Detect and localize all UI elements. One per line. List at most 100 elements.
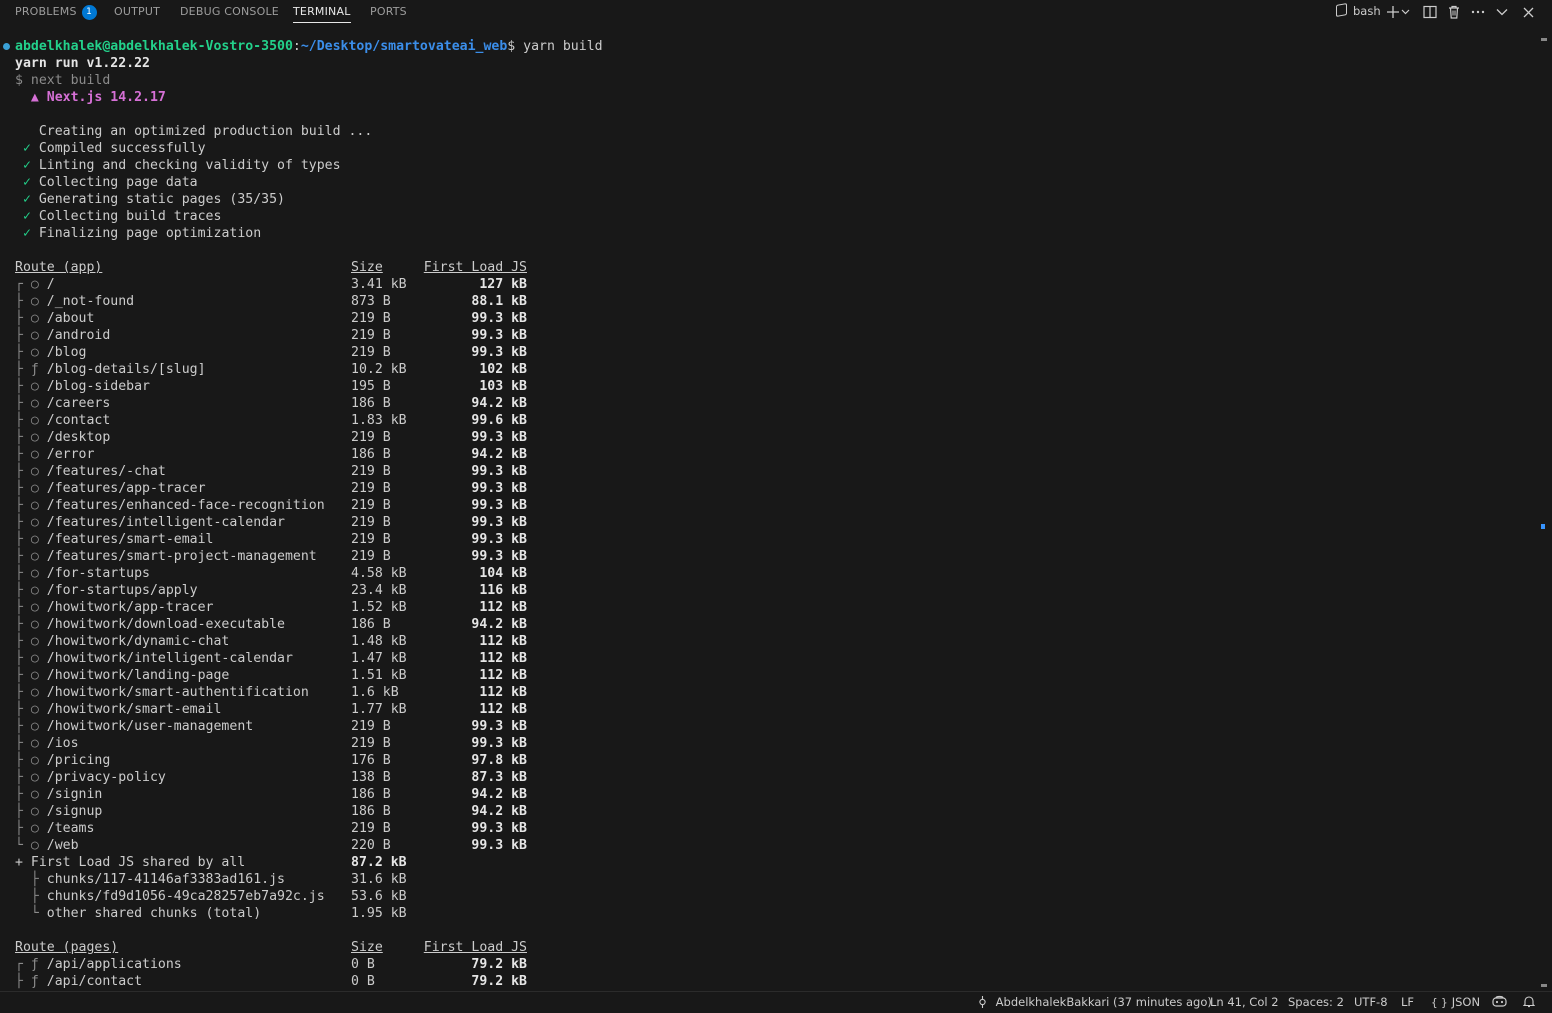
route-tree-prefix: ├ ○ bbox=[15, 345, 47, 360]
route-tree-prefix: ├ ○ bbox=[15, 634, 47, 649]
route-size: 176 B bbox=[351, 753, 391, 768]
route-tree-prefix: ┌ ƒ bbox=[15, 957, 47, 972]
git-blame-text: AbdelkhalekBakkari (37 minutes ago) bbox=[995, 995, 1212, 1009]
route-cell: ├ ○ /howitwork/landing-page bbox=[15, 667, 229, 684]
build-step-text: Collecting page data bbox=[38, 175, 198, 190]
copilot-icon[interactable] bbox=[1492, 992, 1507, 1013]
tab-debug-console[interactable]: Debug Console bbox=[180, 0, 279, 24]
command-decoration-icon[interactable] bbox=[3, 43, 10, 50]
route-tree-prefix: ┌ ○ bbox=[15, 277, 47, 292]
table-row: ├ ○ /signin 186 B 94.2 kB bbox=[15, 786, 535, 803]
route-path: /howitwork/app-tracer bbox=[46, 600, 214, 615]
tab-problems-label: Problems bbox=[15, 5, 77, 18]
check-mark-icon: ✓ bbox=[15, 209, 39, 224]
maximize-panel-chevron-down-icon[interactable] bbox=[1493, 3, 1511, 21]
route-path: /howitwork/smart-authentification bbox=[46, 685, 309, 700]
route-tree-prefix: ├ ○ bbox=[15, 498, 47, 513]
terminal-launch-profile-chevron-down-icon[interactable] bbox=[1400, 3, 1410, 21]
tab-ports[interactable]: Ports bbox=[370, 0, 407, 24]
shared-chunk-row: ├ chunks/fd9d1056-49ca28257eb7a92c.js 53.… bbox=[15, 888, 535, 905]
route-size: 219 B bbox=[351, 736, 391, 751]
app-header-load: First Load JS bbox=[423, 260, 527, 275]
route-size: 138 B bbox=[351, 770, 391, 785]
route-first-load: 99.3 kB bbox=[471, 549, 527, 564]
language-mode[interactable]: { } JSON bbox=[1431, 992, 1480, 1013]
route-first-load: 99.3 kB bbox=[471, 532, 527, 547]
panel-header: Problems 1 Output Debug Console Terminal … bbox=[0, 0, 1552, 24]
git-blame-item[interactable]: AbdelkhalekBakkari (37 minutes ago) bbox=[978, 992, 1212, 1013]
route-tree-prefix: ├ ○ bbox=[15, 600, 47, 615]
route-size: 23.4 kB bbox=[351, 583, 407, 598]
indentation[interactable]: Spaces: 2 bbox=[1288, 992, 1344, 1013]
route-cell: ├ ○ /_not-found bbox=[15, 293, 134, 310]
cursor-position[interactable]: Ln 41, Col 2 bbox=[1210, 992, 1279, 1013]
route-size: 0 B bbox=[351, 974, 375, 989]
route-cell: ├ ○ /for-startups/apply bbox=[15, 582, 198, 599]
route-first-load: 87.3 kB bbox=[471, 770, 527, 785]
route-size: 219 B bbox=[351, 549, 391, 564]
pages-header-load: First Load JS bbox=[423, 940, 527, 955]
route-path: /features/smart-project-management bbox=[46, 549, 317, 564]
route-size: 186 B bbox=[351, 617, 391, 632]
route-tree-prefix: ├ ○ bbox=[15, 311, 47, 326]
route-path: /signin bbox=[46, 787, 103, 802]
table-row: ├ ○ /teams 219 B 99.3 kB bbox=[15, 820, 535, 837]
route-first-load: 99.3 kB bbox=[471, 430, 527, 445]
table-row: └ ○ /web 220 B 99.3 kB bbox=[15, 837, 535, 854]
tab-output[interactable]: Output bbox=[114, 0, 160, 24]
route-size: 1.48 kB bbox=[351, 634, 407, 649]
tab-terminal[interactable]: Terminal bbox=[293, 0, 351, 24]
yarn-version-line: yarn run v1.22.22 bbox=[15, 56, 150, 71]
route-size: 195 B bbox=[351, 379, 391, 394]
route-size: 1.6 kB bbox=[351, 685, 399, 700]
route-tree-prefix: ├ ○ bbox=[15, 481, 47, 496]
creating-build-line: Creating an optimized production build .… bbox=[15, 124, 373, 139]
route-cell: ├ ƒ /blog-details/[slug] bbox=[15, 361, 206, 378]
route-first-load: 112 kB bbox=[479, 685, 527, 700]
terminal-shell-selector[interactable]: bash bbox=[1336, 0, 1381, 24]
build-step-text: Generating static pages (35/35) bbox=[38, 192, 285, 207]
route-first-load: 116 kB bbox=[479, 583, 527, 598]
route-size: 219 B bbox=[351, 464, 391, 479]
problems-count-badge: 1 bbox=[81, 5, 97, 20]
terminal-output[interactable]: abdelkhalek@abdelkhalek-Vostro-3500:~/De… bbox=[0, 38, 1536, 991]
route-cell: ├ ○ /pricing bbox=[15, 752, 110, 769]
build-step-line: ✓ Generating static pages (35/35) bbox=[15, 191, 285, 208]
route-path: /desktop bbox=[46, 430, 111, 445]
chunk-name: chunks/117-41146af3383ad161.js bbox=[46, 872, 285, 887]
route-path: /api/contact bbox=[46, 974, 143, 989]
git-commit-icon bbox=[978, 995, 991, 1009]
route-size: 873 B bbox=[351, 294, 391, 309]
table-row: ├ ○ /howitwork/app-tracer 1.52 kB 112 kB bbox=[15, 599, 535, 616]
table-row: ├ ○ /signup 186 B 94.2 kB bbox=[15, 803, 535, 820]
route-cell: ├ ○ /android bbox=[15, 327, 110, 344]
tab-problems[interactable]: Problems 1 bbox=[15, 0, 97, 24]
route-first-load: 99.3 kB bbox=[471, 515, 527, 530]
language-name: JSON bbox=[1451, 995, 1481, 1009]
route-cell: ├ ○ /howitwork/app-tracer bbox=[15, 599, 214, 616]
route-path: / bbox=[46, 277, 55, 292]
encoding[interactable]: UTF-8 bbox=[1354, 992, 1388, 1013]
route-tree-prefix: └ ○ bbox=[15, 838, 47, 853]
route-tree-prefix: ├ ○ bbox=[15, 413, 47, 428]
route-first-load: 99.3 kB bbox=[471, 345, 527, 360]
more-actions-icon[interactable] bbox=[1469, 3, 1487, 21]
table-row: ├ ○ /howitwork/intelligent-calendar 1.47 … bbox=[15, 650, 535, 667]
table-row: ├ ○ /features/intelligent-calendar 219 B 9… bbox=[15, 514, 535, 531]
close-panel-icon[interactable] bbox=[1519, 3, 1537, 21]
route-size: 219 B bbox=[351, 311, 391, 326]
end-of-line[interactable]: LF bbox=[1401, 992, 1414, 1013]
route-path: /pricing bbox=[46, 753, 111, 768]
route-cell: ├ ○ /howitwork/smart-email bbox=[15, 701, 221, 718]
kill-terminal-trash-icon[interactable] bbox=[1445, 3, 1463, 21]
route-first-load: 112 kB bbox=[479, 600, 527, 615]
split-terminal-icon[interactable] bbox=[1421, 3, 1439, 21]
chunk-tree-prefix: ├ bbox=[15, 872, 47, 887]
route-size: 1.83 kB bbox=[351, 413, 407, 428]
terminal-scrollbar[interactable] bbox=[1538, 38, 1552, 991]
route-size: 3.41 kB bbox=[351, 277, 407, 292]
route-size: 219 B bbox=[351, 328, 391, 343]
table-row: ├ ○ /_not-found 873 B 88.1 kB bbox=[15, 293, 535, 310]
notifications-bell-icon[interactable] bbox=[1522, 992, 1536, 1013]
route-cell: ├ ƒ /api/contact bbox=[15, 973, 142, 990]
